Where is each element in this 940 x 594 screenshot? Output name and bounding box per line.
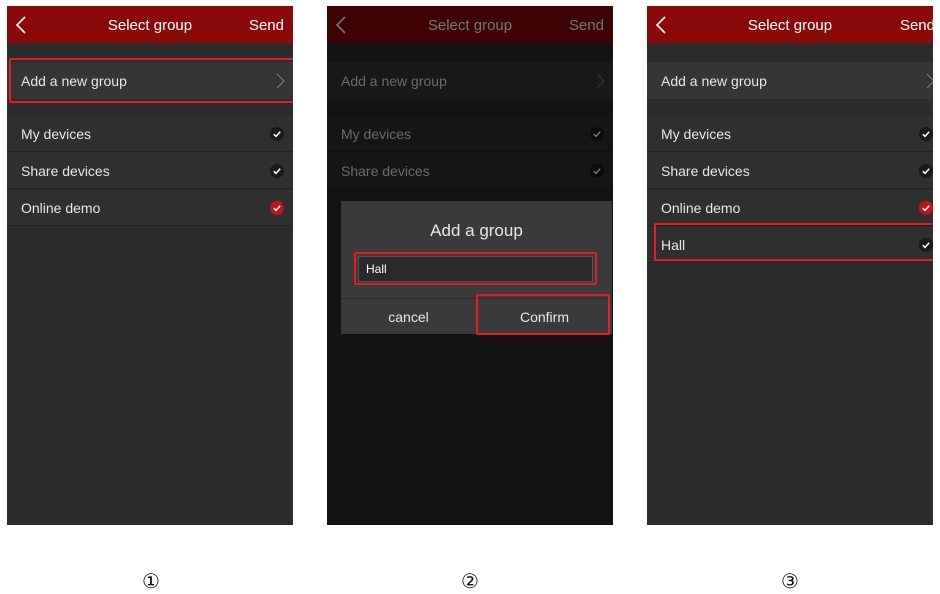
highlight-confirm-button <box>476 294 610 335</box>
chevron-right-icon <box>926 73 933 89</box>
check-selected-icon[interactable] <box>270 201 284 215</box>
top-bar: Select group Send <box>7 6 293 43</box>
dialog-title: Add a group <box>430 221 523 240</box>
group-label: Online demo <box>21 200 101 216</box>
list-item-online-demo[interactable]: Online demo <box>7 190 293 226</box>
list-item-my-devices[interactable]: My devices <box>7 116 293 152</box>
list-item-online-demo[interactable]: Online demo <box>647 190 933 226</box>
phone-screen-step-2: Select group Send Add a new group My dev… <box>327 6 613 525</box>
add-new-group-row[interactable]: Add a new group <box>647 62 933 99</box>
phone-screen-step-3: Select group Send Add a new group My dev… <box>647 6 933 525</box>
page-title: Select group <box>747 17 833 34</box>
group-label: Share devices <box>661 163 750 179</box>
step-marker-3: ③ <box>781 569 799 593</box>
send-button[interactable]: Send <box>249 17 284 34</box>
step-marker-2: ② <box>461 569 479 593</box>
check-icon[interactable] <box>270 127 284 141</box>
check-selected-icon[interactable] <box>919 201 933 215</box>
add-new-group-label: Add a new group <box>661 73 767 89</box>
group-label: Online demo <box>661 200 741 216</box>
highlight-hall-row <box>654 223 933 261</box>
group-label: My devices <box>661 126 732 142</box>
phone-screen-step-1: Select group Send Add a new group My dev… <box>7 6 293 525</box>
cancel-button[interactable]: cancel <box>341 298 476 334</box>
list-item-share-devices[interactable]: Share devices <box>647 153 933 189</box>
group-label: My devices <box>21 126 92 142</box>
top-bar: Select group Send <box>647 6 933 43</box>
list-item-my-devices[interactable]: My devices <box>647 116 933 152</box>
tutorial-stage: Select group Send Add a new group My dev… <box>0 0 940 594</box>
check-icon[interactable] <box>919 164 933 178</box>
list-item-share-devices[interactable]: Share devices <box>7 153 293 189</box>
highlight-add-new-group <box>9 58 293 103</box>
step-marker-1: ① <box>142 569 160 593</box>
send-button[interactable]: Send <box>900 17 933 34</box>
highlight-group-name-input <box>354 252 597 285</box>
check-icon[interactable] <box>270 164 284 178</box>
check-icon[interactable] <box>919 127 933 141</box>
group-label: Share devices <box>21 163 110 179</box>
